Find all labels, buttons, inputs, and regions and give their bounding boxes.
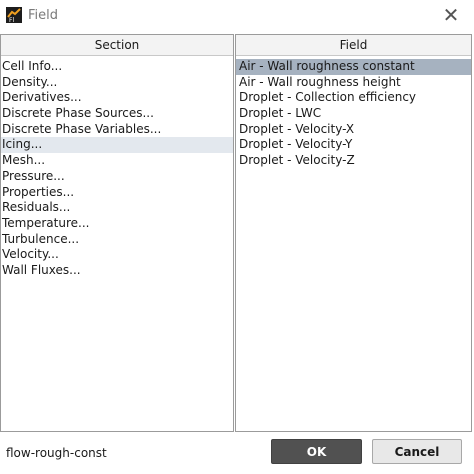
field-panel: Field Air - Wall roughness constant Air -… — [235, 34, 472, 432]
section-list-item[interactable]: Derivatives... — [1, 90, 233, 106]
field-list-item[interactable]: Droplet - Velocity-Y — [236, 137, 471, 153]
window-title: Field — [28, 8, 59, 23]
field-list-item[interactable]: Air - Wall roughness constant — [236, 59, 471, 75]
section-list-item[interactable]: Properties... — [1, 185, 233, 201]
field-list-item[interactable]: Droplet - Collection efficiency — [236, 90, 471, 106]
field-list: Air - Wall roughness constant Air - Wall … — [236, 56, 471, 169]
title-bar: Fl Field ✕ — [0, 0, 474, 32]
section-list-item[interactable]: Discrete Phase Variables... — [1, 122, 233, 138]
section-list-item[interactable]: Temperature... — [1, 216, 233, 232]
section-list-item[interactable]: Turbulence... — [1, 232, 233, 248]
section-list-item[interactable]: Residuals... — [1, 200, 233, 216]
section-list-item[interactable]: Velocity... — [1, 247, 233, 263]
section-list-item[interactable]: Cell Info... — [1, 59, 233, 75]
field-list-item[interactable]: Droplet - LWC — [236, 106, 471, 122]
section-list-item[interactable]: Discrete Phase Sources... — [1, 106, 233, 122]
section-list-item[interactable]: Wall Fluxes... — [1, 263, 233, 279]
section-panel: Section Cell Info... Density... Derivative… — [0, 34, 234, 432]
status-text: flow-rough-const — [6, 446, 107, 460]
field-list-item[interactable]: Droplet - Velocity-Z — [236, 153, 471, 169]
section-list-item[interactable]: Icing... — [1, 137, 233, 154]
section-list-item[interactable]: Mesh... — [1, 153, 233, 169]
close-icon[interactable]: ✕ — [440, 4, 462, 26]
field-header: Field — [236, 35, 471, 56]
section-list-item[interactable]: Density... — [1, 75, 233, 91]
field-list-item[interactable]: Droplet - Velocity-X — [236, 122, 471, 138]
svg-text:Fl: Fl — [9, 17, 14, 23]
section-list-item[interactable]: Pressure... — [1, 169, 233, 185]
cancel-button[interactable]: Cancel — [372, 439, 462, 464]
field-list-item[interactable]: Air - Wall roughness height — [236, 75, 471, 91]
ok-button[interactable]: OK — [271, 439, 362, 464]
section-header: Section — [1, 35, 233, 56]
section-list: Cell Info... Density... Derivatives... Disc… — [1, 56, 233, 279]
app-icon: Fl — [6, 7, 22, 23]
